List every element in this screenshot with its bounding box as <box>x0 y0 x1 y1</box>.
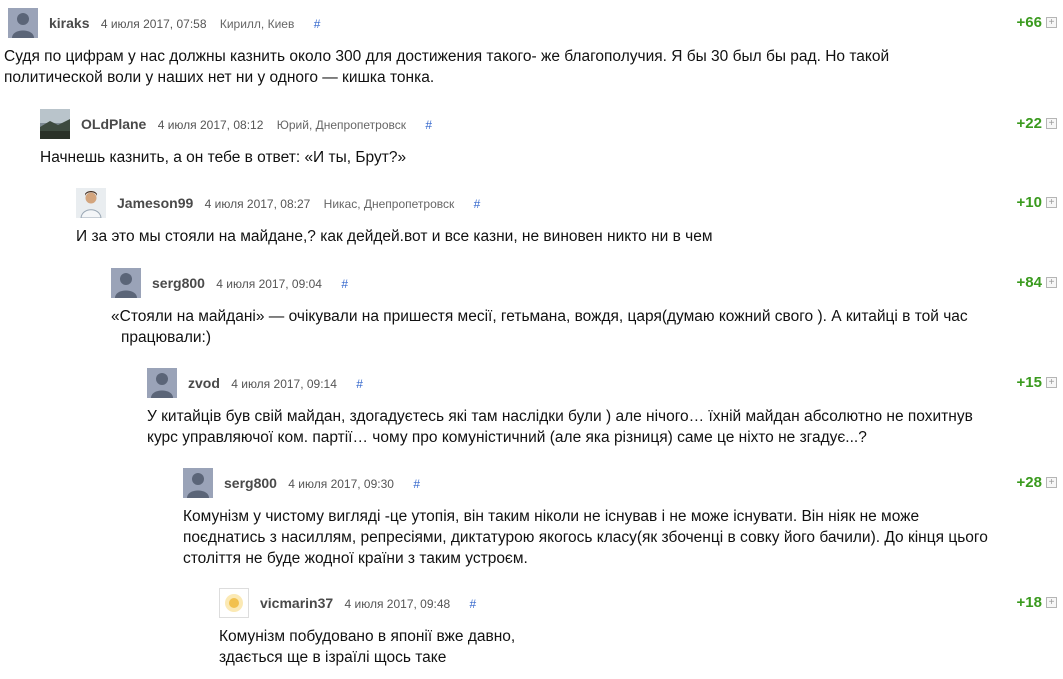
comment-date: 4 июля 2017, 07:58 <box>100 17 207 31</box>
comment-permalink[interactable]: # <box>341 277 348 291</box>
comment-header: vicmarin37 4 июля 2017, 09:48 # +18 + <box>219 588 1063 620</box>
comment-text-line: Комунізм побудовано в японії вже давно, <box>219 628 516 645</box>
comment-text-line: курс управляючої ком. партії… чому про к… <box>147 429 867 446</box>
vote-plus-button[interactable]: + <box>1046 277 1057 288</box>
comment-rating: +66 <box>1016 14 1042 31</box>
comment-text: И за это мы стояли на майдане,? как дейд… <box>76 226 712 247</box>
default-user-avatar-icon[interactable] <box>111 268 141 298</box>
comment-text-line: И за это мы стояли на майдане,? как дейд… <box>76 228 713 245</box>
comment: serg800 4 июля 2017, 09:30 # +28 + Комун… <box>0 468 1063 567</box>
comment-permalink[interactable]: # <box>425 118 432 132</box>
comment-location: Кирилл, Киев <box>219 17 295 31</box>
comment-thread: kiraks 4 июля 2017, 07:58 Кирилл, Киев #… <box>0 0 1063 679</box>
comment-text-line: политической воли у наших нет ни у одног… <box>4 69 435 86</box>
comment: OLdPlane 4 июля 2017, 08:12 Юрий, Днепро… <box>0 109 1063 166</box>
comment-text-line: століття не буде жодної країни з таким у… <box>183 550 528 567</box>
vote-plus-button[interactable]: + <box>1046 477 1057 488</box>
comment-rating: +10 <box>1016 194 1042 211</box>
comment-text: Судя по цифрам у нас должны казнить окол… <box>4 46 889 88</box>
landscape-photo-avatar-icon[interactable] <box>40 109 70 139</box>
comment-text-line: здається ще в ізраїлі щось таке <box>219 649 447 666</box>
comment-text: Комунізм у чистому вигляді -це утопія, в… <box>183 506 988 569</box>
comment-meta: kiraks 4 июля 2017, 07:58 Кирилл, Киев # <box>49 15 320 32</box>
comment-author[interactable]: kiraks <box>49 15 89 31</box>
comment-text-line: У китайців був свій майдан, здогадуєтесь… <box>147 408 973 425</box>
comment-meta: Jameson99 4 июля 2017, 08:27 Никас, Днеп… <box>117 195 480 212</box>
comment-text: Комунізм побудовано в японії вже давно, … <box>219 626 515 668</box>
default-user-avatar-icon[interactable] <box>147 368 177 398</box>
comment: vicmarin37 4 июля 2017, 09:48 # +18 + Ко… <box>0 588 1063 666</box>
comment-text-line: Судя по цифрам у нас должны казнить окол… <box>4 48 890 65</box>
comment-permalink[interactable]: # <box>470 597 477 611</box>
comment-location: Юрий, Днепропетровск <box>276 118 406 132</box>
comment: kiraks 4 июля 2017, 07:58 Кирилл, Киев #… <box>0 8 1063 86</box>
comment-date: 4 июля 2017, 09:30 <box>288 477 394 491</box>
comment-text-line: Комунізм у чистому вигляді -це утопія, в… <box>183 508 920 525</box>
vote-plus-button[interactable]: + <box>1046 597 1057 608</box>
comment-permalink[interactable]: # <box>474 197 481 211</box>
comment-rating: +15 <box>1016 374 1042 391</box>
vote-plus-button[interactable]: + <box>1046 377 1057 388</box>
comment-header: Jameson99 4 июля 2017, 08:27 Никас, Днеп… <box>76 188 1063 220</box>
comment-text-line: працювали:) <box>121 329 211 346</box>
comment-author[interactable]: serg800 <box>224 475 277 491</box>
sun-avatar-icon[interactable] <box>219 588 249 618</box>
person-photo-avatar-icon[interactable] <box>76 188 106 218</box>
comment-permalink[interactable]: # <box>413 477 420 491</box>
comment-text: У китайців був свій майдан, здогадуєтесь… <box>147 406 973 448</box>
comment-date: 4 июля 2017, 09:48 <box>344 597 451 611</box>
default-user-avatar-icon[interactable] <box>8 8 38 38</box>
comment: serg800 4 июля 2017, 09:04 # +84 + «Стоя… <box>0 268 1063 346</box>
comment-rating: +18 <box>1016 594 1042 611</box>
comment-author[interactable]: serg800 <box>152 275 205 291</box>
comment-meta: serg800 4 июля 2017, 09:04 # <box>152 275 348 292</box>
comment-text-line: Начнешь казнить, а он тебе в ответ: «И т… <box>40 149 407 166</box>
comment-meta: serg800 4 июля 2017, 09:30 # <box>224 475 420 492</box>
comment-author[interactable]: Jameson99 <box>117 195 193 211</box>
comment-author[interactable]: OLdPlane <box>81 116 146 132</box>
comment-meta: OLdPlane 4 июля 2017, 08:12 Юрий, Днепро… <box>81 116 432 133</box>
comment-text-line: «Стояли на майдані» — очікували на прише… <box>111 308 968 325</box>
comment-header: zvod 4 июля 2017, 09:14 # +15 + <box>147 368 1063 400</box>
comment-meta: vicmarin37 4 июля 2017, 09:48 # <box>260 595 476 612</box>
comment-rating: +28 <box>1016 474 1042 491</box>
comment-date: 4 июля 2017, 09:04 <box>216 277 322 291</box>
vote-plus-button[interactable]: + <box>1046 17 1057 28</box>
comment-date: 4 июля 2017, 09:14 <box>231 377 337 391</box>
comment-header: serg800 4 июля 2017, 09:04 # +84 + <box>111 268 1063 300</box>
comment-date: 4 июля 2017, 08:27 <box>204 197 311 211</box>
comment-rating: +84 <box>1016 274 1042 291</box>
comment-location: Никас, Днепропетровск <box>323 197 455 211</box>
vote-plus-button[interactable]: + <box>1046 118 1057 129</box>
comment-header: serg800 4 июля 2017, 09:30 # +28 + <box>183 468 1063 500</box>
comment-date: 4 июля 2017, 08:12 <box>157 118 264 132</box>
comment-permalink[interactable]: # <box>356 377 363 391</box>
comment-text: Начнешь казнить, а он тебе в ответ: «И т… <box>40 147 406 168</box>
comment-rating: +22 <box>1016 115 1042 132</box>
comment-text: «Стояли на майдані» — очікували на прише… <box>111 306 968 348</box>
comment: zvod 4 июля 2017, 09:14 # +15 + У китайц… <box>0 368 1063 446</box>
comment-text-line: поєднатись з насиллям, репресіями, дикта… <box>183 529 988 546</box>
comment-header: OLdPlane 4 июля 2017, 08:12 Юрий, Днепро… <box>40 109 1063 141</box>
comment-author[interactable]: vicmarin37 <box>260 595 333 611</box>
default-user-avatar-icon[interactable] <box>183 468 213 498</box>
comment: Jameson99 4 июля 2017, 08:27 Никас, Днеп… <box>0 188 1063 245</box>
comment-header: kiraks 4 июля 2017, 07:58 Кирилл, Киев #… <box>8 8 1063 40</box>
comment-meta: zvod 4 июля 2017, 09:14 # <box>188 375 363 392</box>
comment-permalink[interactable]: # <box>314 17 321 31</box>
comment-author[interactable]: zvod <box>188 375 220 391</box>
vote-plus-button[interactable]: + <box>1046 197 1057 208</box>
